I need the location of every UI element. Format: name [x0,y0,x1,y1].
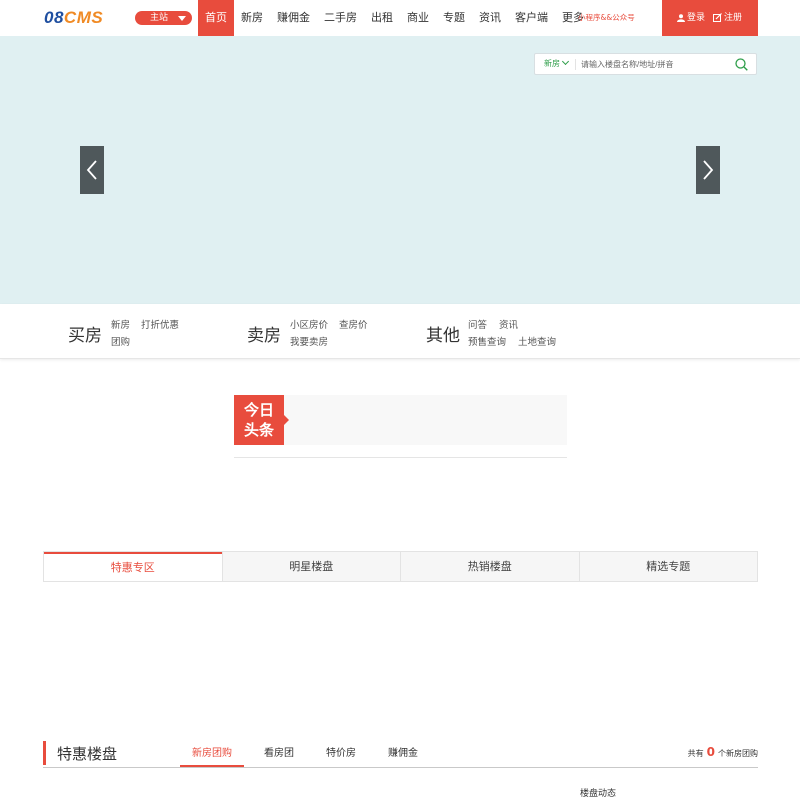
banner-prev-button[interactable] [80,146,104,194]
mini-program-link[interactable]: 小程序&&公众号 [578,0,635,36]
nav-item-commission[interactable]: 赚佣金 [270,0,317,36]
logo-part-1: 08 [44,8,64,27]
auth-area: 登录 注册 [662,0,758,36]
edit-icon [713,13,722,22]
nav-item-second-hand[interactable]: 二手房 [317,0,364,36]
nav-item-rent[interactable]: 出租 [364,0,400,36]
nav-item-new-house[interactable]: 新房 [234,0,270,36]
category-link[interactable]: 打折优惠 [141,317,179,331]
category-link[interactable]: 问答 [468,317,487,331]
group-buy-count: 共有 0 个新房团购 [688,745,758,759]
tab-special-offers[interactable]: 特惠专区 [44,552,222,581]
caret-down-icon [178,16,186,21]
headline-tag-line1: 今日 [243,401,274,419]
count-number: 0 [706,745,715,759]
main-nav: 首页 新房 赚佣金 二手房 出租 商业 专题 资讯 客户端 更多 [198,0,591,36]
tab-viewing-group[interactable]: 看房团 [252,741,306,767]
today-headline: 今日 头条 [234,395,567,445]
category-link[interactable]: 新房 [111,317,130,331]
section-divider [43,767,758,768]
register-link[interactable]: 注册 [713,0,742,36]
register-label: 注册 [724,13,743,23]
nav-item-client[interactable]: 客户端 [508,0,555,36]
nav-item-topics[interactable]: 专题 [436,0,472,36]
top-navigation-bar: 08CMS 主站 首页 新房 赚佣金 二手房 出租 商业 专题 资讯 客户端 更… [0,0,800,36]
project-news-heading: 楼盘动态 [580,789,617,799]
search-icon[interactable] [735,58,748,71]
category-title: 其他 [426,326,460,346]
headline-tag-line2: 头条 [243,421,274,439]
category-title: 卖房 [247,326,281,346]
search-box: 新房 [534,53,757,75]
section-title: 特惠楼盘 [57,745,118,763]
divider [234,457,567,458]
search-input[interactable] [581,56,721,72]
chevron-left-icon [86,160,97,180]
category-link[interactable]: 资讯 [499,317,518,331]
login-label: 登录 [687,13,706,23]
logo-part-2: CMS [63,8,104,27]
chevron-right-icon [703,160,714,180]
tab-group-buy[interactable]: 新房团购 [180,741,244,767]
category-link[interactable]: 预售查询 [468,334,506,348]
nav-item-news[interactable]: 资讯 [472,0,508,36]
tab-selected-topics[interactable]: 精选专题 [578,552,758,581]
headline-tag: 今日 头条 [234,395,289,445]
category-link[interactable]: 土地查询 [518,334,556,348]
category-link[interactable]: 我要卖房 [290,334,328,348]
feature-tabs: 特惠专区 明星楼盘 热销楼盘 精选专题 [43,551,758,582]
site-logo[interactable]: 08CMS [44,8,103,28]
nav-item-home[interactable]: 首页 [198,0,234,36]
banner-slider[interactable] [0,36,800,304]
site-switch-label: 主站 [150,13,169,23]
category-link[interactable]: 团购 [111,334,130,348]
section-accent-bar [43,741,46,765]
count-prefix: 共有 [687,749,704,758]
chevron-down-icon [561,57,570,66]
category-title: 买房 [68,326,102,346]
tab-hot-sales[interactable]: 热销楼盘 [400,552,579,581]
category-strip: 买房 新房 打折优惠 团购 卖房 小区房价 查房价 我要卖房 其他 问答 资讯 … [0,304,800,359]
user-icon [677,13,685,22]
banner-next-button[interactable] [696,146,720,194]
search-type-select[interactable]: 新房 [544,54,570,74]
nav-item-commercial[interactable]: 商业 [400,0,436,36]
site-switch-button[interactable]: 主站 [135,11,192,25]
search-divider [575,59,576,70]
tab-commission[interactable]: 赚佣金 [376,741,430,767]
section-tabs: 新房团购 看房团 特价房 赚佣金 [180,741,438,767]
category-link[interactable]: 小区房价 [290,317,328,331]
search-type-label: 新房 [544,59,560,68]
tab-special-price[interactable]: 特价房 [314,741,368,767]
count-suffix: 个新房团购 [718,749,758,758]
tab-star-projects[interactable]: 明星楼盘 [221,552,401,581]
category-link[interactable]: 查房价 [339,317,368,331]
login-link[interactable]: 登录 [677,0,705,36]
